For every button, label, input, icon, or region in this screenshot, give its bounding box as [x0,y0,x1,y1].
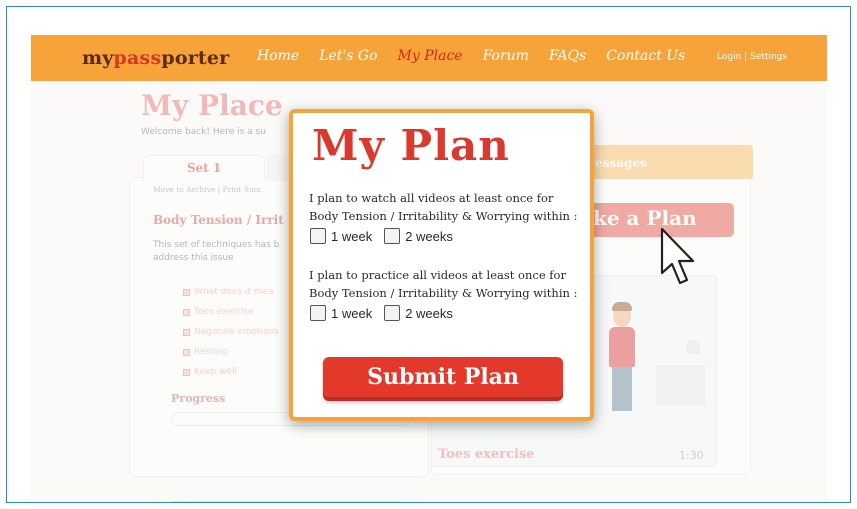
bottom-strip [171,501,401,502]
make-a-plan-button[interactable]: ke a Plan [581,203,734,237]
mouse-pointer-icon [660,227,695,285]
checkbox-icon[interactable] [310,228,326,244]
logo-text-pass: pass [113,47,162,69]
site-logo[interactable]: mypassporter [82,47,229,69]
list-item[interactable]: Keep well [183,362,279,382]
list-item[interactable]: Negative emotions [183,322,279,342]
watch-option-1-week[interactable]: 1 week [310,228,372,244]
question-watch-line2: Body Tension / Irritability & Worrying w… [309,209,578,223]
checkbox-icon[interactable] [183,328,190,336]
technique-label: Toes exercise [194,307,254,317]
technique-label: Resting [194,347,228,357]
nav-home[interactable]: Home [257,48,299,64]
nav-forum[interactable]: Forum [483,48,529,64]
submit-plan-button[interactable]: Submit Plan [323,357,563,401]
logo-text-porter: porter [161,47,230,69]
checkbox-icon[interactable] [183,348,190,356]
technique-list: What does it mea Toes exercise Negative … [183,282,279,382]
watch-option-2-weeks[interactable]: 2 weeks [384,228,453,244]
login-settings-link[interactable]: Login | Settings [717,52,787,62]
question-practice: I plan to practice all videos at least o… [309,266,577,302]
list-item[interactable]: What does it mea [183,282,279,302]
set-title: Body Tension / Irrit [153,213,284,227]
option-label: 1 week [331,305,373,321]
list-item[interactable]: Toes exercise [183,302,279,322]
set-description: This set of techniques has b address thi… [153,240,280,263]
question-practice-line2: Body Tension / Irritability & Worrying w… [309,286,578,300]
checkbox-icon[interactable] [310,305,326,321]
archive-print-links[interactable]: Move to Archive | Print Sum [153,185,261,194]
page-title: My Place [141,89,283,122]
practice-option-1-week[interactable]: 1 week [310,305,372,321]
welcome-text: Welcome back! Here is a su [141,127,266,137]
option-label: 1 week [331,228,373,244]
technique-label: Keep well [194,367,238,377]
my-plan-modal: My Plan I plan to watch all videos at le… [289,109,594,421]
video-thumbnail-figure-body [609,327,635,367]
video-thumbnail-figure-legs [612,367,632,411]
top-navbar: mypassporter Home Let's Go My Place Foru… [31,35,827,81]
nav-my-place[interactable]: My Place [398,48,463,64]
screenshot-frame: mypassporter Home Let's Go My Place Foru… [6,6,851,503]
option-label: 2 weeks [405,305,453,321]
nav-lets-go[interactable]: Let's Go [319,48,377,64]
modal-title: My Plan [312,121,510,170]
watch-options: 1 week 2 weeks [310,228,459,244]
tab-messages-label: essages [595,156,647,170]
checkbox-icon[interactable] [183,308,190,316]
video-thumbnail-lamp [686,340,700,354]
practice-option-2-weeks[interactable]: 2 weeks [384,305,453,321]
nav-contact-us[interactable]: Contact Us [606,48,685,64]
video-duration: 1:30 [679,449,704,462]
list-item[interactable]: Resting [183,342,279,362]
video-title: Toes exercise [438,447,535,462]
video-thumbnail-figure-hair [612,302,632,311]
practice-options: 1 week 2 weeks [310,305,459,321]
checkbox-icon[interactable] [384,305,401,321]
question-practice-line1: I plan to practice all videos at least o… [309,268,566,282]
question-watch: I plan to watch all videos at least once… [309,189,577,225]
nav-faqs[interactable]: FAQs [549,48,586,64]
technique-label: Negative emotions [194,327,279,337]
checkbox-icon[interactable] [384,228,401,244]
question-watch-line1: I plan to watch all videos at least once… [309,191,554,205]
tab-set-1[interactable]: Set 1 [143,155,265,181]
progress-label: Progress [171,392,226,405]
technique-label: What does it mea [194,287,274,297]
video-thumbnail-table [656,365,706,405]
checkbox-icon[interactable] [183,368,190,376]
logo-text-my: my [82,47,114,69]
option-label: 2 weeks [405,228,453,244]
main-nav: Home Let's Go My Place Forum FAQs Contac… [257,48,685,64]
checkbox-icon[interactable] [183,288,190,296]
